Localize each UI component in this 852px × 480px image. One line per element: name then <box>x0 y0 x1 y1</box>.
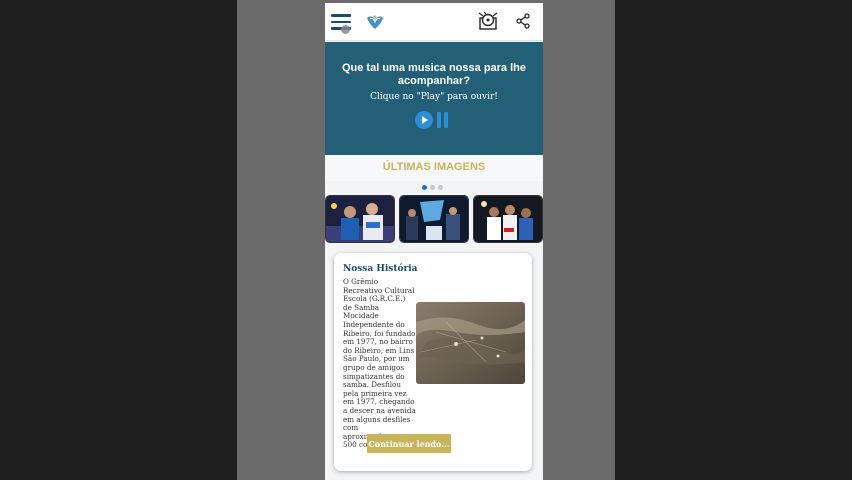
carousel-dots <box>422 185 446 191</box>
gallery-image[interactable] <box>399 195 469 243</box>
top-navigation-bar <box>325 3 543 41</box>
history-card: Nossa História O Grêmio Recreativo Cultu… <box>334 253 532 471</box>
logo[interactable] <box>365 12 385 32</box>
gallery-image[interactable] <box>325 195 395 243</box>
history-title: Nossa História <box>343 264 418 274</box>
left-backdrop <box>0 0 237 480</box>
history-photo <box>416 302 525 384</box>
disc-music-icon[interactable] <box>477 10 499 32</box>
pause-icon[interactable] <box>436 112 450 128</box>
music-player-section: Que tal uma musica nossa para lhe acompa… <box>325 42 543 155</box>
gallery-image[interactable] <box>473 195 543 243</box>
history-text: O Grêmio Recreativo Cultural Escola (G.R… <box>343 277 416 450</box>
continue-reading-button[interactable]: Continuar lendo... <box>367 434 451 453</box>
carousel-dot[interactable] <box>438 185 443 190</box>
share-icon[interactable] <box>515 13 531 29</box>
carousel-dot[interactable] <box>422 185 427 190</box>
player-subtitle: Clique no "Play" para ouvir! <box>370 92 498 102</box>
play-icon[interactable] <box>415 111 433 129</box>
carousel-dot[interactable] <box>430 185 435 190</box>
mobile-page: Que tal uma musica nossa para lhe acompa… <box>325 3 543 480</box>
right-backdrop <box>615 0 852 480</box>
touch-indicator <box>341 25 350 34</box>
player-title: Que tal uma musica nossa para lhe acompa… <box>341 62 526 87</box>
gallery-title: ÚLTIMAS IMAGENS <box>382 161 486 173</box>
